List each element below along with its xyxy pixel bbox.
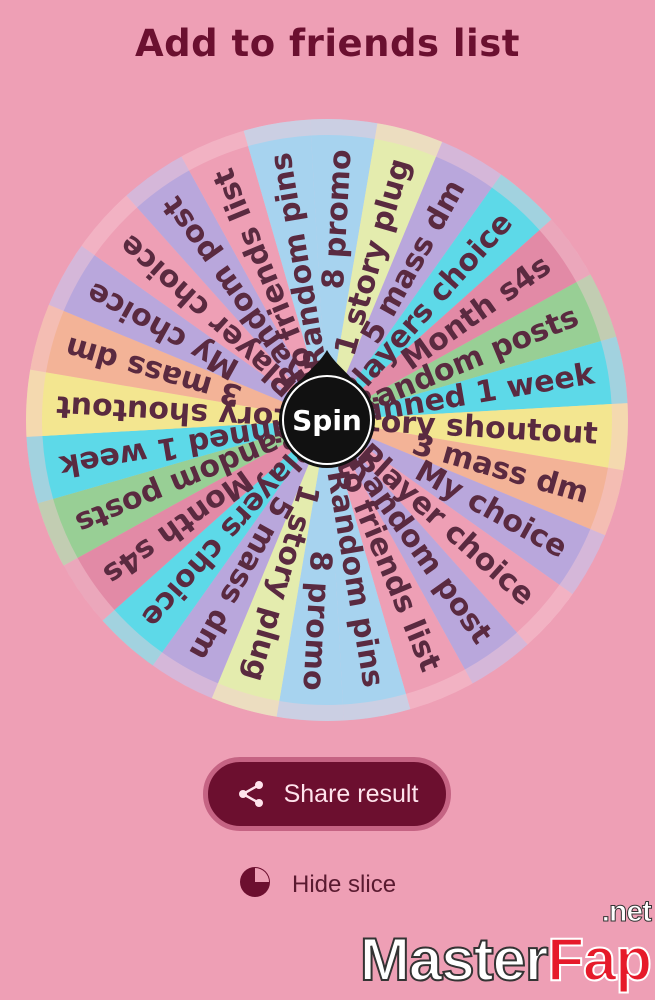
spin-label: Spin xyxy=(292,404,362,437)
pie-slice-icon xyxy=(238,865,272,906)
spin-wheel[interactable]: 8 promo1 story plug5 mass dmPlayers choi… xyxy=(0,0,655,740)
hide-slice-button[interactable]: Hide slice xyxy=(238,865,397,906)
share-icon xyxy=(236,779,266,809)
hide-slice-label: Hide slice xyxy=(292,871,397,898)
share-result-button[interactable]: Share result xyxy=(203,757,451,831)
share-result-label: Share result xyxy=(283,779,419,808)
watermark-logo: MasterFap .net xyxy=(359,895,653,995)
